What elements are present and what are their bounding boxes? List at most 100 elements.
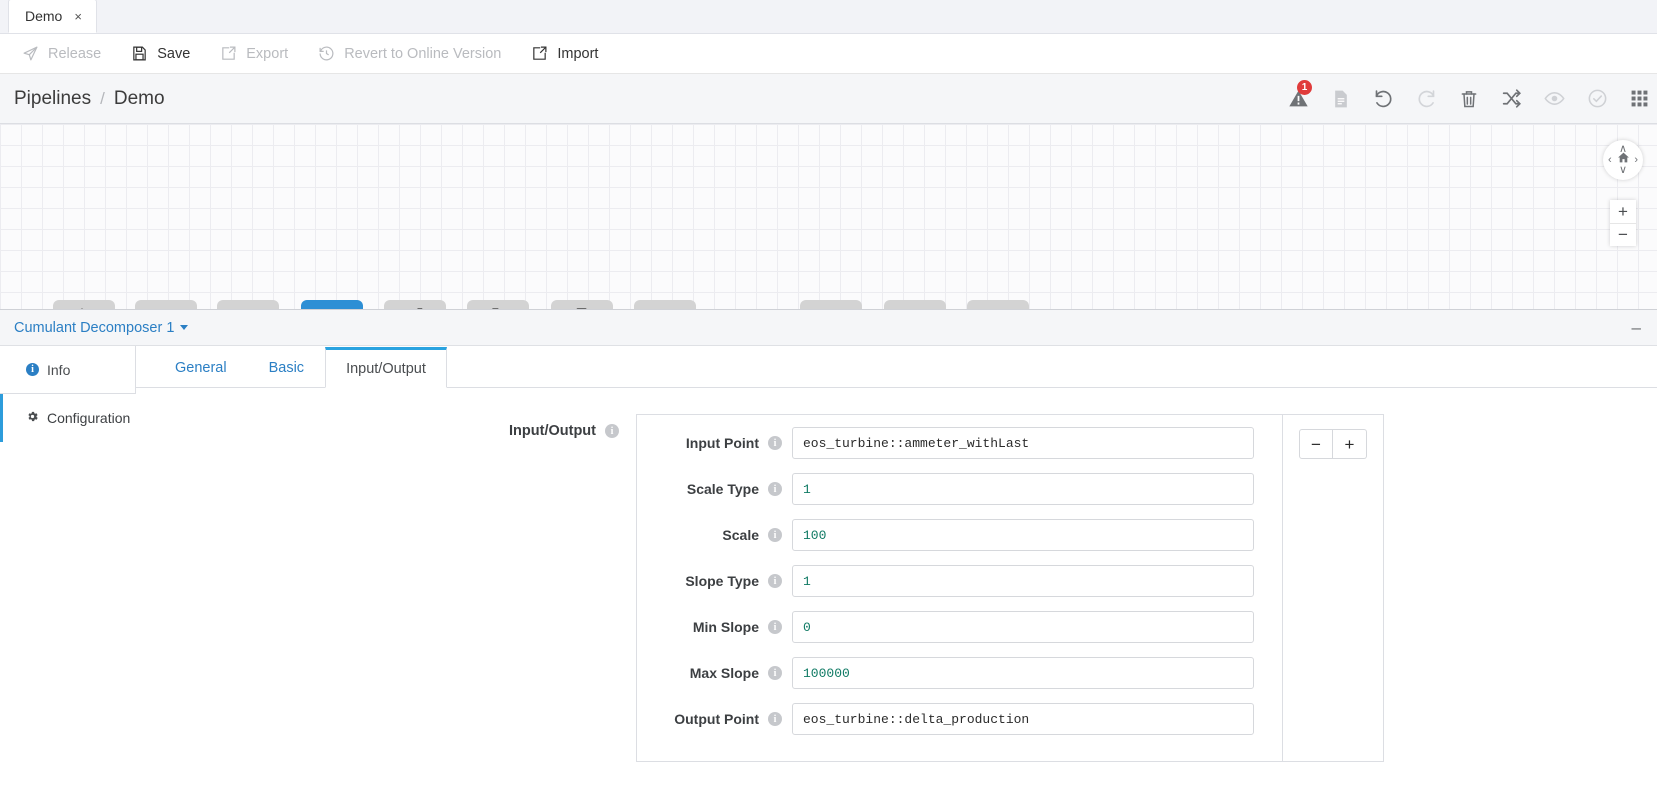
revert-button[interactable]: Revert to Online Version bbox=[318, 45, 501, 62]
tab-general[interactable]: General bbox=[154, 347, 248, 388]
warning-badge-count: 1 bbox=[1297, 80, 1312, 95]
document-tabstrip: Demo × bbox=[0, 0, 1657, 34]
info-icon[interactable]: i bbox=[768, 482, 782, 496]
zoom-out-button[interactable]: − bbox=[1610, 223, 1636, 246]
canvas-node[interactable]: EDH Kafka Consumer User 1 bbox=[53, 300, 115, 309]
field-label: Output Point bbox=[674, 711, 759, 727]
revert-label: Revert to Online Version bbox=[344, 45, 502, 62]
canvas-node[interactable]: Last Record Appender 1 bbox=[217, 300, 279, 309]
export-label: Export bbox=[246, 45, 289, 62]
field-row-min-slope: Min Slope i bbox=[637, 611, 1282, 643]
save-label: Save bbox=[157, 45, 191, 62]
canvas-node[interactable]: HTTP Internal Http Client 1 bbox=[884, 300, 946, 309]
scale-type-field[interactable] bbox=[792, 473, 1254, 505]
field-row-output-point: Output Point i bbox=[637, 703, 1282, 735]
field-label: Scale Type bbox=[686, 481, 759, 497]
canvas-zoom-control: + − bbox=[1610, 200, 1636, 246]
document-tab-label: Demo bbox=[25, 8, 63, 24]
canvas-node-selected[interactable]: Cumulant Decomposer 1 bbox=[301, 300, 363, 309]
grid-apps-icon[interactable] bbox=[1630, 89, 1649, 108]
config-sidebar: i Info Configuration bbox=[0, 346, 136, 794]
canvas-node[interactable]: TSL Parent Asset Lookup 1 bbox=[467, 300, 529, 309]
scale-field[interactable] bbox=[792, 519, 1254, 551]
info-icon[interactable]: i bbox=[768, 436, 782, 450]
shuffle-icon[interactable] bbox=[1501, 88, 1522, 109]
pan-down-icon[interactable]: ∨ bbox=[1619, 165, 1627, 176]
canvas-node[interactable]: Python Evaluator 2 bbox=[800, 300, 862, 309]
redo-icon[interactable] bbox=[1416, 88, 1437, 109]
config-body: i Info Configuration General Basic Input… bbox=[0, 346, 1657, 794]
release-button[interactable]: Release bbox=[22, 45, 101, 62]
canvas-node[interactable]: Record Generator Processor 1 bbox=[551, 300, 613, 309]
save-icon bbox=[131, 45, 148, 62]
output-point-field[interactable] bbox=[792, 703, 1254, 735]
pipeline-canvas[interactable]: EDH Kafka Consumer User 1 Point Selector… bbox=[0, 124, 1657, 310]
undo-icon[interactable] bbox=[1373, 88, 1394, 109]
export-icon bbox=[220, 45, 237, 62]
pan-right-icon[interactable]: › bbox=[1634, 154, 1638, 166]
canvas-node[interactable]: Fixed Time Window Aggregator 1 bbox=[384, 300, 446, 309]
pan-up-icon[interactable]: ∧ bbox=[1619, 144, 1627, 155]
warning-icon[interactable]: 1 bbox=[1288, 80, 1312, 109]
minimize-panel-button[interactable]: – bbox=[1632, 319, 1641, 336]
info-circle-icon: i bbox=[26, 363, 39, 376]
input-output-box: Input Point i Scale Type i bbox=[636, 414, 1384, 762]
import-button[interactable]: Import bbox=[531, 45, 598, 62]
export-button[interactable]: Export bbox=[220, 45, 288, 62]
field-row-scale: Scale i bbox=[637, 519, 1282, 551]
field-label: Input Point bbox=[685, 435, 759, 451]
field-label-wrap: Scale i bbox=[637, 527, 792, 543]
component-selector[interactable]: Cumulant Decomposer 1 bbox=[14, 319, 189, 336]
group-label: Input/Output bbox=[509, 423, 596, 439]
canvas-pan-control[interactable]: ∧ ∨ ‹ › bbox=[1603, 140, 1643, 180]
sidebar-item-info[interactable]: i Info bbox=[0, 346, 136, 394]
input-point-field[interactable] bbox=[792, 427, 1254, 459]
eye-icon[interactable] bbox=[1544, 88, 1565, 109]
document-icon[interactable] bbox=[1331, 89, 1351, 109]
trash-icon[interactable] bbox=[1459, 89, 1479, 109]
config-main: General Basic Input/Output Input/Output … bbox=[136, 346, 1657, 794]
info-icon[interactable]: i bbox=[768, 666, 782, 680]
component-title: Cumulant Decomposer 1 bbox=[14, 319, 175, 336]
tab-input-output[interactable]: Input/Output bbox=[325, 347, 447, 388]
field-label: Scale bbox=[722, 527, 759, 543]
field-label-wrap: Min Slope i bbox=[637, 619, 792, 635]
gear-icon bbox=[26, 410, 39, 426]
record-gen-icon bbox=[575, 307, 590, 309]
field-label-wrap: Max Slope i bbox=[637, 665, 792, 681]
info-icon[interactable]: i bbox=[605, 424, 619, 438]
add-row-button[interactable]: + bbox=[1333, 429, 1367, 459]
release-label: Release bbox=[48, 45, 102, 62]
info-icon[interactable]: i bbox=[768, 712, 782, 726]
info-icon[interactable]: i bbox=[768, 528, 782, 542]
sidebar-item-configuration[interactable]: Configuration bbox=[0, 394, 136, 442]
field-label-wrap: Output Point i bbox=[637, 711, 792, 727]
config-tabbar: General Basic Input/Output bbox=[136, 346, 1657, 388]
tab-basic[interactable]: Basic bbox=[248, 347, 325, 388]
pan-left-icon[interactable]: ‹ bbox=[1608, 154, 1612, 166]
check-circle-icon[interactable] bbox=[1587, 88, 1608, 109]
layers-icon bbox=[491, 307, 506, 309]
field-label: Max Slope bbox=[689, 665, 759, 681]
info-icon[interactable]: i bbox=[768, 574, 782, 588]
chevron-down-icon[interactable] bbox=[180, 325, 189, 330]
info-icon[interactable]: i bbox=[768, 620, 782, 634]
kafka-icon bbox=[77, 307, 92, 309]
breadcrumb-separator: / bbox=[100, 88, 105, 108]
field-list: Input Point i Scale Type i bbox=[637, 415, 1282, 761]
breadcrumb-root[interactable]: Pipelines bbox=[14, 88, 91, 110]
close-icon[interactable]: × bbox=[74, 10, 82, 23]
slope-type-field[interactable] bbox=[792, 565, 1254, 597]
canvas-node[interactable]: Python Evaluator 1 bbox=[634, 300, 696, 309]
save-button[interactable]: Save bbox=[131, 45, 190, 62]
breadcrumb: Pipelines / Demo bbox=[14, 88, 165, 110]
min-slope-field[interactable] bbox=[792, 611, 1254, 643]
field-label-wrap: Scale Type i bbox=[637, 481, 792, 497]
canvas-node[interactable]: Point Selector 1 bbox=[135, 300, 197, 309]
zoom-in-button[interactable]: + bbox=[1610, 200, 1636, 223]
canvas-node[interactable]: Python Evaluator 3 bbox=[967, 300, 1029, 309]
max-slope-field[interactable] bbox=[792, 657, 1254, 689]
document-tab-demo[interactable]: Demo × bbox=[8, 0, 97, 33]
sidebar-item-label: Configuration bbox=[47, 410, 131, 426]
remove-row-button[interactable]: − bbox=[1299, 429, 1333, 459]
